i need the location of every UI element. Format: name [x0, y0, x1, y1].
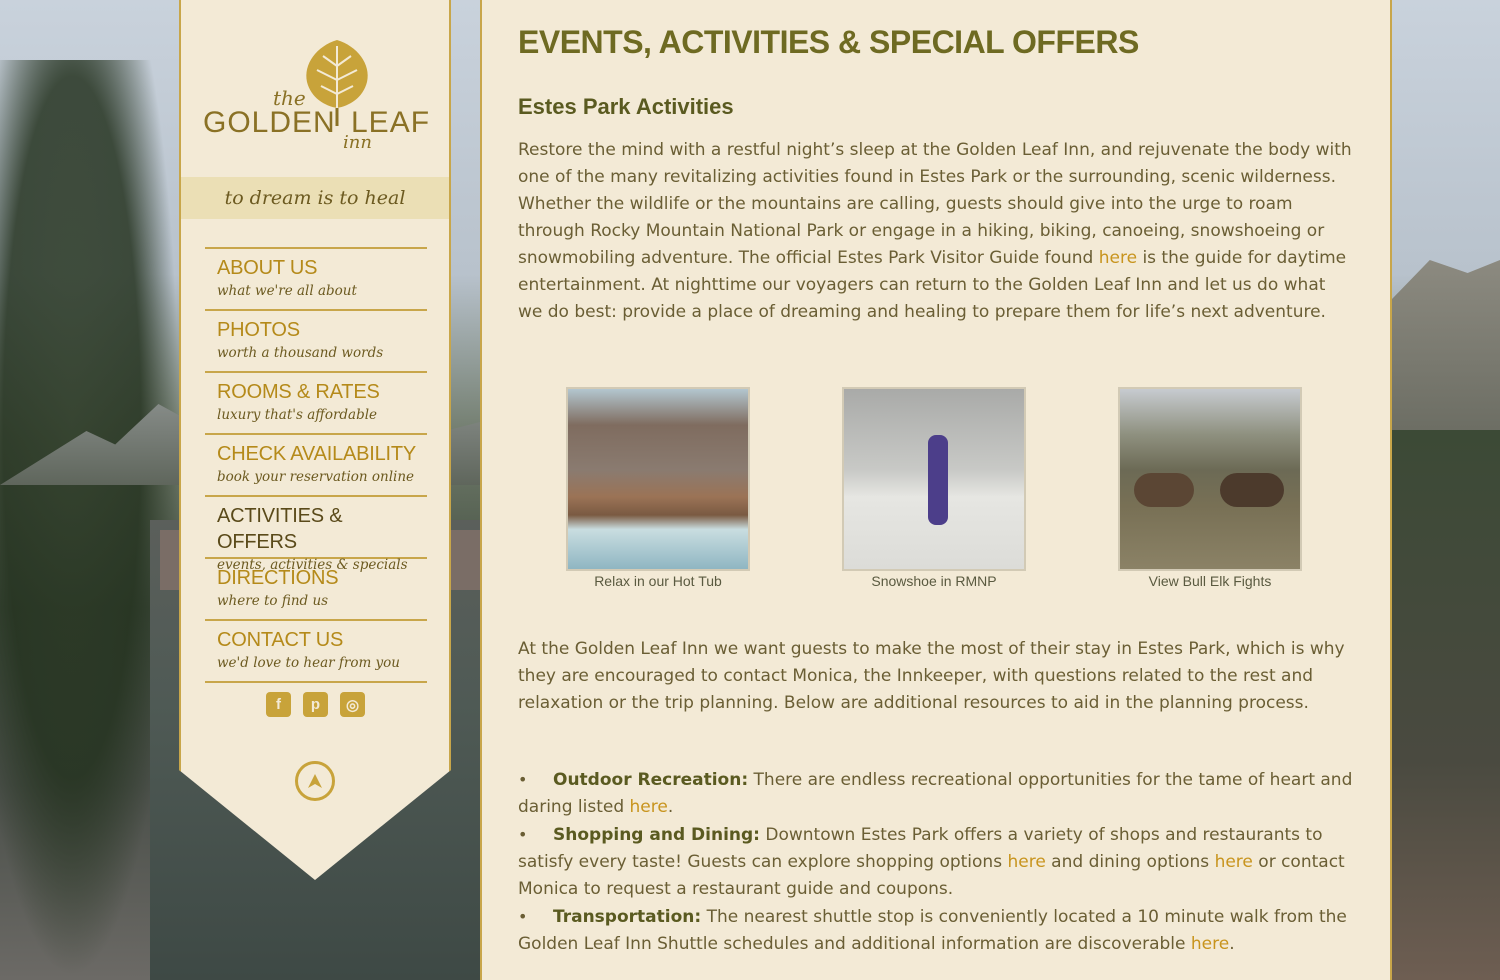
list-item: Outdoor Recreation: There are endless re…: [518, 766, 1354, 821]
bullet-label: Shopping and Dining:: [553, 825, 760, 845]
instagram-icon[interactable]: ◎: [340, 692, 365, 717]
nav-subtitle: where to find us: [217, 593, 329, 609]
photo-caption: Snowshoe in RMNP: [871, 573, 997, 589]
nav-subtitle: luxury that's affordable: [217, 407, 378, 423]
nav-title: ABOUT US: [217, 257, 318, 279]
sidebar: the GOLDEN LEAF inn to dream is to heal …: [179, 0, 451, 880]
nav-subtitle: worth a thousand words: [217, 345, 384, 361]
arrow-up-icon: [308, 774, 322, 788]
visitor-guide-link[interactable]: here: [1099, 248, 1137, 268]
nav-item-about-us[interactable]: ABOUT US what we're all about: [205, 249, 427, 311]
nav-item-check-availability[interactable]: CHECK AVAILABILITY book your reservation…: [205, 435, 427, 497]
resource-list: Outdoor Recreation: There are endless re…: [518, 766, 1354, 958]
list-item: Shopping and Dining: Downtown Estes Park…: [518, 821, 1354, 903]
nav-item-rooms-rates[interactable]: ROOMS & RATES luxury that's affordable: [205, 373, 427, 435]
nav-title: ROOMS & RATES: [217, 381, 380, 403]
outdoor-recreation-link[interactable]: here: [630, 797, 668, 817]
background-trees-right: [1392, 430, 1500, 980]
nav-title: PHOTOS: [217, 319, 300, 341]
elk-figure: [1220, 473, 1284, 507]
dining-link[interactable]: here: [1215, 852, 1253, 872]
pinterest-icon[interactable]: p: [303, 692, 328, 717]
bullet-end: .: [1229, 934, 1235, 954]
snowshoer-figure: [928, 435, 948, 525]
site-logo[interactable]: the GOLDEN LEAF inn: [201, 36, 431, 164]
nav-subtitle: what we're all about: [217, 283, 357, 299]
list-item: Transportation: The nearest shuttle stop…: [518, 903, 1354, 958]
nav-title: CONTACT US: [217, 629, 344, 651]
elk-photo[interactable]: [1118, 387, 1302, 571]
bullet-label: Transportation:: [553, 907, 702, 927]
logo-inn: inn: [343, 132, 372, 153]
gallery-item[interactable]: Snowshoe in RMNP: [842, 387, 1026, 589]
intro-paragraph: Restore the mind with a restful night’s …: [518, 137, 1354, 326]
elk-figure: [1134, 473, 1194, 507]
nav-item-photos[interactable]: PHOTOS worth a thousand words: [205, 311, 427, 373]
gallery-item[interactable]: Relax in our Hot Tub: [566, 387, 750, 589]
photo-gallery: Relax in our Hot Tub Snowshoe in RMNP Vi…: [566, 387, 1302, 589]
nav-subtitle: we'd love to hear from you: [217, 655, 400, 671]
tagline: to dream is to heal: [181, 177, 449, 219]
bullet-end: .: [667, 797, 674, 817]
bullet-mid: and dining options: [1045, 852, 1215, 872]
shuttle-link[interactable]: here: [1191, 934, 1229, 954]
main-content: EVENTS, ACTIVITIES & SPECIAL OFFERS Este…: [480, 0, 1392, 980]
nav-item-activities-offers[interactable]: ACTIVITIES & OFFERS events, activities &…: [205, 497, 427, 573]
shopping-link[interactable]: here: [1007, 852, 1045, 872]
nav-item-contact-us[interactable]: CONTACT US we'd love to hear from you: [205, 621, 427, 683]
gallery-item[interactable]: View Bull Elk Fights: [1118, 387, 1302, 589]
facebook-icon[interactable]: f: [266, 692, 291, 717]
photo-caption: View Bull Elk Fights: [1148, 573, 1272, 589]
main-nav: ABOUT US what we're all about PHOTOS wor…: [205, 247, 427, 683]
page-title: EVENTS, ACTIVITIES & SPECIAL OFFERS: [518, 24, 1139, 60]
nav-title: ACTIVITIES & OFFERS: [217, 505, 343, 553]
photo-caption: Relax in our Hot Tub: [594, 573, 722, 589]
bullet-label: Outdoor Recreation:: [553, 770, 749, 790]
section-title: Estes Park Activities: [518, 94, 734, 119]
snowshoe-photo[interactable]: [842, 387, 1026, 571]
planning-paragraph: At the Golden Leaf Inn we want guests to…: [518, 639, 1345, 713]
hot-tub-photo[interactable]: [566, 387, 750, 571]
nav-subtitle: book your reservation online: [217, 469, 415, 485]
nav-title: CHECK AVAILABILITY: [217, 443, 417, 465]
scroll-to-top-button[interactable]: [295, 761, 335, 801]
logo-golden: GOLDEN: [203, 106, 336, 139]
social-links: f p ◎: [266, 692, 365, 717]
